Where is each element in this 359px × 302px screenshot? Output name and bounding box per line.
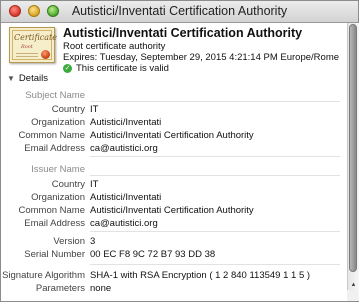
- field-value: Autistici/Inventati: [90, 117, 162, 128]
- detail-row: Serial Number 00 EC F8 9C 72 B7 93 DD 38: [1, 249, 347, 262]
- scrollbar-thumb[interactable]: [349, 24, 357, 272]
- expiration-date: Expires: Tuesday, September 29, 2015 4:2…: [63, 52, 340, 63]
- disclosure-triangle-icon[interactable]: ▼: [7, 74, 15, 83]
- detail-row: Parameters none: [1, 283, 347, 296]
- field-label: Organization: [31, 192, 85, 203]
- window-title: Autistici/Inventati Certification Author…: [71, 4, 288, 18]
- section-title: Issuer Name: [31, 164, 85, 175]
- detail-row: Country IT: [1, 104, 347, 117]
- certificate-details-pane: Certificate Root Autistici/Inventati Cer…: [1, 23, 347, 301]
- field-label: Serial Number: [24, 249, 85, 260]
- certificate-icon-text: Certificate: [14, 33, 57, 42]
- certificate-window: Autistici/Inventati Certification Author…: [0, 0, 359, 302]
- certificate-kind: Root certificate authority: [63, 41, 166, 52]
- row-divider: [90, 101, 340, 102]
- detail-row: Common Name Autistici/Inventati Certifica…: [1, 130, 347, 143]
- detail-row: Organization Autistici/Inventati: [1, 117, 347, 130]
- field-value: Autistici/Inventati Certification Author…: [90, 205, 254, 216]
- title-bar[interactable]: Autistici/Inventati Certification Author…: [1, 1, 358, 23]
- field-label: Parameters: [35, 283, 85, 294]
- field-label: Organization: [31, 117, 85, 128]
- field-value: none: [90, 283, 112, 294]
- field-value: 3: [90, 236, 96, 247]
- certificate-icon-subtext: Root: [21, 44, 33, 50]
- validity-status: This certificate is valid: [76, 63, 169, 74]
- field-value: ca@autistici.org: [90, 218, 158, 229]
- field-label: Country: [51, 179, 85, 190]
- field-label: Version: [53, 236, 85, 247]
- row-divider: [90, 175, 340, 176]
- field-label: Signature Algorithm: [2, 270, 85, 281]
- field-value: IT: [90, 179, 99, 190]
- detail-row: Organization Autistici/Inventati: [1, 192, 347, 205]
- field-value: IT: [90, 104, 99, 115]
- checkmark-icon: ✓: [63, 64, 72, 73]
- row-divider: [90, 264, 340, 265]
- detail-row: Email Address ca@autistici.org: [1, 143, 347, 156]
- field-value: SHA-1 with RSA Encryption ( 1 2 840 1135…: [90, 270, 311, 281]
- detail-row: Common Name Autistici/Inventati Certifica…: [1, 205, 347, 218]
- detail-row: Country IT: [1, 179, 347, 192]
- details-label: Details: [18, 73, 48, 84]
- scroll-up-arrow-icon[interactable]: ▲: [350, 281, 357, 289]
- section-title: Subject Name: [25, 90, 85, 101]
- detail-row: Signature Algorithm SHA-1 with RSA Encryp…: [1, 270, 347, 283]
- field-value: Autistici/Inventati: [90, 192, 162, 203]
- seal-icon: [41, 50, 50, 59]
- row-divider: [90, 231, 340, 232]
- field-value: Autistici/Inventati Certification Author…: [90, 130, 254, 141]
- field-label: Email Address: [24, 143, 85, 154]
- field-value: 00 EC F8 9C 72 B7 93 DD 38: [90, 249, 216, 260]
- details-disclosure[interactable]: ▼ Details: [7, 73, 48, 84]
- vertical-scrollbar[interactable]: ▲ ▼: [347, 23, 359, 301]
- field-label: Email Address: [24, 218, 85, 229]
- row-divider: [90, 156, 340, 157]
- detail-row: Email Address ca@autistici.org: [1, 218, 347, 231]
- certificate-icon: Certificate Root: [9, 27, 57, 63]
- detail-row: Version 3: [1, 236, 347, 249]
- field-label: Country: [51, 104, 85, 115]
- field-value: ca@autistici.org: [90, 143, 158, 154]
- certificate-name: Autistici/Inventati Certification Author…: [63, 26, 303, 40]
- resize-corner[interactable]: [347, 290, 358, 301]
- field-label: Common Name: [18, 205, 85, 216]
- field-label: Common Name: [18, 130, 85, 141]
